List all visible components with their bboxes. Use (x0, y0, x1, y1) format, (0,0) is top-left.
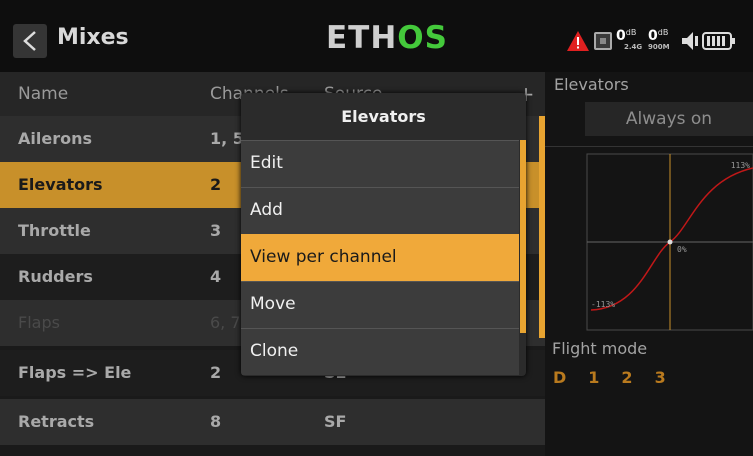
top-bar: Mixes ETHOS 0dB 0dB 2.4G 900M (0, 0, 753, 72)
menu-item-edit[interactable]: Edit (241, 140, 519, 187)
rssi-a-unit: dB (625, 28, 637, 37)
flight-mode-item: D (553, 368, 567, 387)
mix-channels: 2 (210, 363, 222, 382)
chevron-left-icon (23, 31, 36, 51)
status-area: 0dB 0dB 2.4G 900M (566, 28, 736, 54)
rssi-a-value: 0 (616, 28, 626, 44)
ethos-logo: ETHOS (326, 20, 448, 56)
mix-preview-panel: Elevators Always on 113% 0% -113% Flight… (545, 72, 753, 456)
flight-mode-title: Flight mode (552, 339, 648, 358)
rssi-b-band: 900M (648, 43, 670, 51)
rssi-a-band: 2.4G (624, 43, 643, 51)
flight-mode-item: 1 (588, 368, 600, 387)
menu-item-add[interactable]: Add (241, 187, 519, 234)
sd-card-icon (594, 32, 612, 50)
context-menu: Elevators Edit Add View per channel Move… (241, 93, 526, 376)
mix-channels: 6, 7 (210, 313, 241, 332)
rssi-b-value: 0 (648, 28, 658, 44)
active-condition-field[interactable]: Always on (585, 102, 753, 136)
mix-curve-graph: 113% 0% -113% (545, 146, 753, 331)
mix-name: Flaps (18, 313, 60, 332)
mix-channels: 8 (210, 412, 222, 431)
back-button[interactable] (13, 24, 47, 58)
battery-icon (702, 32, 735, 50)
flight-mode-list: D 1 2 3 (553, 368, 688, 387)
page-title: Mixes (57, 25, 129, 50)
preview-title: Elevators (554, 75, 629, 94)
mix-channels: 1, 5 (210, 129, 244, 148)
rssi-readout: 0dB 0dB 2.4G 900M (616, 28, 678, 54)
table-row[interactable]: Retracts 8 SF (0, 399, 545, 445)
menu-item-view-per-channel[interactable]: View per channel (241, 234, 519, 281)
mix-source: SF (324, 412, 347, 431)
curve-center-label: 0% (677, 245, 687, 254)
menu-item-clone[interactable]: Clone (241, 328, 519, 375)
mix-name: Flaps => Ele (18, 363, 132, 382)
menu-scrollbar[interactable] (520, 140, 526, 333)
mix-name: Ailerons (18, 129, 92, 148)
mix-name: Rudders (18, 267, 93, 286)
flight-mode-item: 2 (621, 368, 633, 387)
column-header-name: Name (18, 84, 69, 104)
mix-name: Throttle (18, 221, 91, 240)
curve-top-label: 113% (731, 161, 750, 170)
curve-bottom-label: -113% (591, 300, 615, 309)
mix-name: Retracts (18, 412, 95, 431)
mix-channels: 4 (210, 267, 222, 286)
speaker-icon[interactable] (680, 30, 700, 52)
flight-mode-item: 3 (654, 368, 666, 387)
context-menu-title: Elevators (341, 107, 426, 126)
mix-channels: 2 (210, 175, 222, 194)
mix-name: Elevators (18, 175, 103, 194)
mix-channels: 3 (210, 221, 222, 240)
rssi-b-unit: dB (657, 28, 669, 37)
menu-item-move[interactable]: Move (241, 281, 519, 328)
warning-triangle-icon[interactable] (566, 30, 590, 52)
